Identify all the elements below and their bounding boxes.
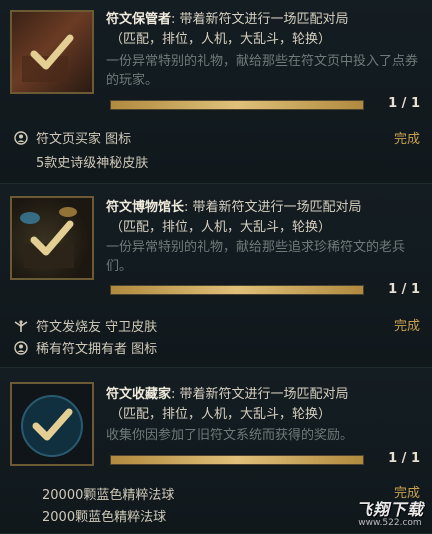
reward-label: 5款史诗级神秘皮肤 (36, 156, 149, 171)
reward-item: 2000颗蓝色精粹法球 (42, 506, 166, 525)
checkmark-icon (20, 207, 77, 268)
reward-item: 20000颗蓝色精粹法球 (42, 484, 174, 503)
mission-description: 一份异常特别的礼物，献给那些追求珍稀符文的老兵们。 (106, 240, 406, 274)
site-watermark: 飞翔下载 www.522.com (356, 496, 424, 528)
mission-objective: : 带着新符文进行一场匹配对局 (171, 12, 349, 27)
reward-item: 符文页买家 图标 (14, 128, 131, 147)
mission-title: 符文收藏家: 带着新符文进行一场匹配对局 (106, 385, 420, 404)
mission-objective: : 带着新符文进行一场匹配对局 (171, 387, 349, 402)
mission-name: 符文保管者 (106, 12, 172, 27)
checkmark-icon (21, 395, 83, 457)
reward-label: 符文页买家 图标 (36, 132, 132, 147)
progress-bar (110, 100, 364, 110)
progress-bar (110, 285, 364, 295)
mission-modes: （匹配，排位，人机，大乱斗，轮换） (110, 407, 332, 422)
mission-name: 符文收藏家 (106, 387, 172, 402)
mission-title: 符文保管者: 带着新符文进行一场匹配对局 (106, 10, 420, 29)
watermark-logo-text: 飞翔下载 (355, 500, 424, 519)
mission-title: 符文博物馆长: 带着新符文进行一场匹配对局 (106, 198, 420, 217)
reward-item: 符文发烧友 守卫皮肤 (14, 316, 157, 335)
reward-label: 符文发烧友 守卫皮肤 (36, 320, 158, 335)
checkmark-icon (22, 34, 74, 82)
mission-objective: : 带着新符文进行一场匹配对局 (184, 200, 362, 215)
progress-fill (111, 286, 363, 294)
reward-label: 2000颗蓝色精粹法球 (42, 510, 167, 525)
profile-icon (14, 130, 28, 145)
mission-thumbnail (10, 196, 94, 280)
mission-description: 收集你因参加了旧符文系统而获得的奖励。 (106, 428, 354, 443)
mission-name: 符文博物馆长 (106, 200, 185, 215)
progress-count: 1 / 1 (388, 451, 420, 466)
reward-item: 稀有符文拥有者 图标 (14, 338, 157, 357)
mission-thumbnail (10, 382, 94, 466)
progress-count: 1 / 1 (388, 282, 420, 297)
reward-item: 5款史诗级神秘皮肤 (36, 152, 148, 171)
progress-count: 1 / 1 (388, 96, 420, 111)
completion-status: 完成 (393, 132, 420, 147)
ward-icon (14, 319, 28, 333)
progress-fill (111, 101, 363, 109)
mission-card-rune-curator: 符文博物馆长: 带着新符文进行一场匹配对局 （匹配，排位，人机，大乱斗，轮换） … (0, 184, 432, 368)
mission-card-rune-keeper: 符文保管者: 带着新符文进行一场匹配对局 （匹配，排位，人机，大乱斗，轮换） 一… (0, 0, 432, 184)
completion-status: 完成 (393, 319, 420, 334)
progress-fill (111, 456, 363, 464)
progress-bar (110, 455, 364, 465)
mission-modes: （匹配，排位，人机，大乱斗，轮换） (110, 32, 332, 47)
mission-modes: （匹配，排位，人机，大乱斗，轮换） (110, 220, 332, 235)
profile-icon (14, 340, 28, 355)
watermark-url: www.522.com (358, 518, 422, 528)
reward-label: 20000颗蓝色精粹法球 (42, 488, 175, 503)
mission-thumbnail (10, 10, 94, 94)
reward-label: 稀有符文拥有者 图标 (36, 342, 158, 357)
mission-description: 一份异常特别的礼物，献给那些在符文页中投入了点券的玩家。 (106, 54, 419, 88)
